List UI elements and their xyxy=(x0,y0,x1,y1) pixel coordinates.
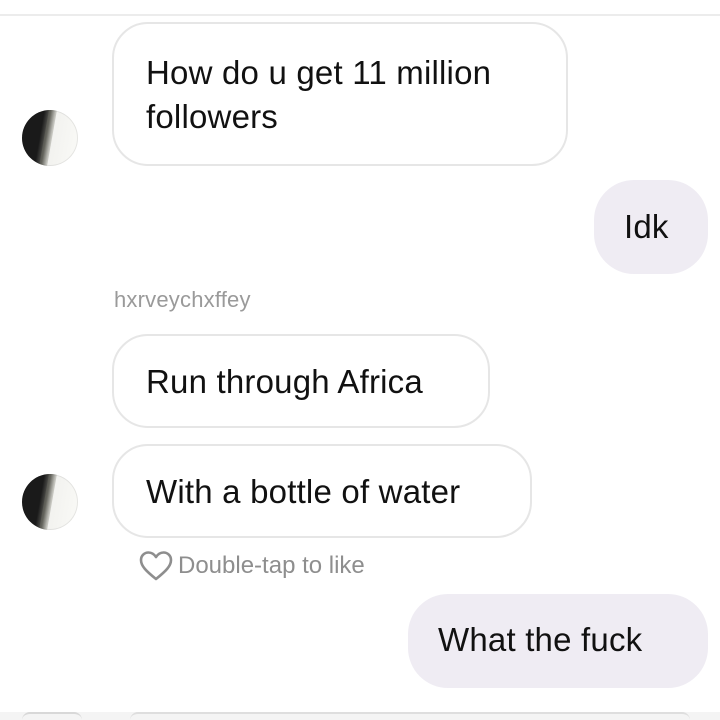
sender-username[interactable]: hxrveychxffey xyxy=(114,287,251,313)
sender-avatar[interactable] xyxy=(22,110,78,166)
header-divider xyxy=(0,14,720,16)
heart-outline-icon[interactable] xyxy=(138,550,174,582)
message-bubble-incoming[interactable]: With a bottle of water xyxy=(112,444,532,538)
sender-avatar[interactable] xyxy=(22,474,78,530)
message-bubble-incoming[interactable]: How do u get 11 million followers xyxy=(112,22,568,166)
message-text: With a bottle of water xyxy=(146,473,461,510)
composer-edge xyxy=(0,712,720,720)
double-tap-like-hint[interactable]: Double-tap to like xyxy=(138,550,365,582)
message-text: What the fuck xyxy=(438,621,643,658)
message-text: How do u get 11 million followers xyxy=(146,54,492,135)
message-text: Run through Africa xyxy=(146,363,423,400)
message-bubble-incoming[interactable]: Run through Africa xyxy=(112,334,490,428)
message-bubble-outgoing[interactable]: What the fuck xyxy=(408,594,708,688)
message-bubble-outgoing[interactable]: Idk xyxy=(594,180,708,274)
message-text: Idk xyxy=(624,208,669,245)
like-hint-label: Double-tap to like xyxy=(178,552,365,579)
